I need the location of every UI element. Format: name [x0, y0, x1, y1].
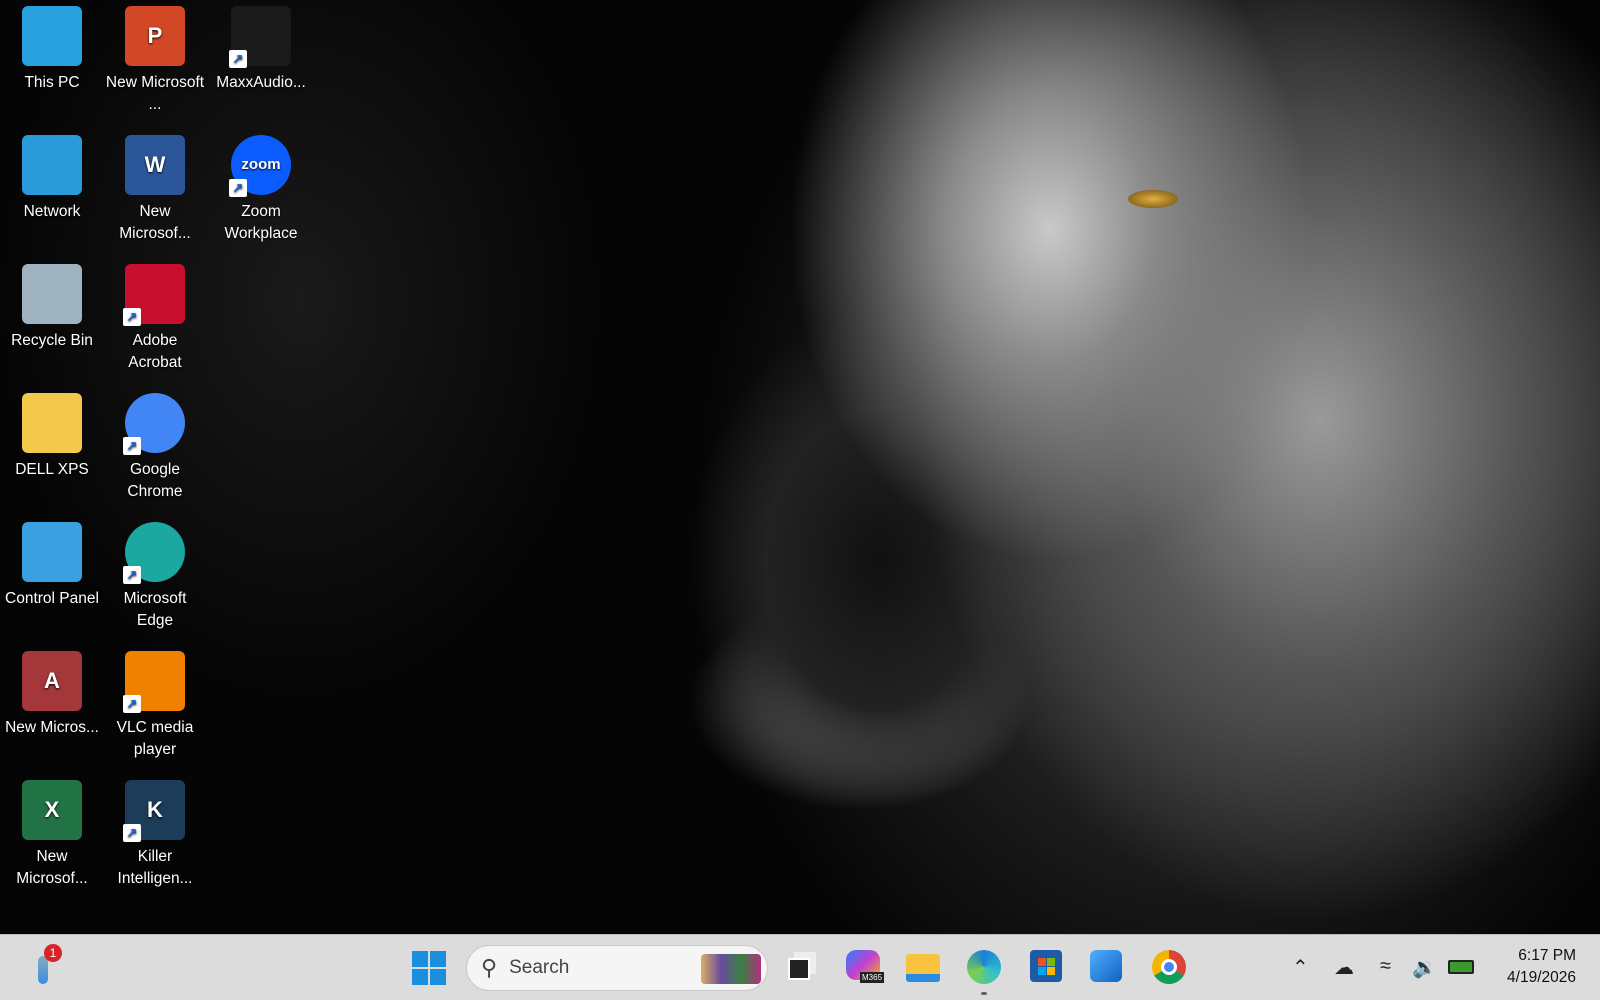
volume-icon[interactable]: 🔉 — [1412, 955, 1437, 980]
windows-logo-icon — [412, 951, 446, 985]
shortcut-arrow-icon: ↗ — [123, 437, 141, 455]
folder-icon — [906, 954, 940, 982]
desktop-icon-label: Control Panel — [5, 590, 99, 607]
icon-glyph: K — [147, 797, 163, 822]
desktop-icon-access[interactable]: A New Micros... — [2, 651, 102, 739]
shortcut-arrow-icon: ↗ — [229, 50, 247, 68]
desktop-icon-label: New Microsof... — [119, 203, 191, 242]
icon-glyph: A — [44, 668, 60, 693]
task-view-button[interactable] — [784, 950, 820, 986]
search-placeholder: Search — [509, 957, 570, 978]
vlc-icon: ↗ — [123, 651, 185, 713]
desktop-icon-folder[interactable]: DELL XPS — [2, 393, 102, 481]
desktop-icon-label: MaxxAudio... — [216, 74, 306, 91]
show-hidden-icons-chevron-icon[interactable]: ⌃ — [1292, 955, 1309, 980]
outlook-button[interactable] — [1090, 950, 1126, 986]
m365-label: M365 — [860, 972, 885, 983]
clock-date: 4/19/2026 — [1507, 969, 1576, 986]
chrome-icon: ↗ — [123, 393, 185, 455]
recycle-bin-icon — [22, 264, 82, 324]
thermometer-icon — [38, 956, 48, 984]
desktop-icon-label: Network — [23, 203, 81, 220]
battery-charging-icon[interactable] — [1448, 960, 1474, 974]
maxxaudio-icon: ↗ — [229, 6, 291, 68]
weather-widget[interactable]: 1 — [26, 944, 66, 986]
icon-glyph: X — [44, 797, 60, 822]
start-button[interactable] — [411, 950, 447, 986]
chrome-taskbar-button[interactable] — [1152, 950, 1188, 986]
desktop-icon-zoom[interactable]: zoom ↗ Zoom Workplace — [211, 135, 311, 245]
excel-icon: X — [22, 780, 82, 840]
desktop-icon-label: DELL XPS — [15, 461, 89, 478]
desktop-icon-label: Adobe Acrobat — [128, 332, 182, 371]
desktop-icon-label: VLC media player — [116, 719, 194, 758]
icon-glyph: W — [144, 152, 166, 177]
desktop-icon-chrome[interactable]: ↗ Google Chrome — [105, 393, 205, 503]
store-icon — [1030, 950, 1062, 982]
lion-eye — [1128, 190, 1178, 208]
microsoft-store-button[interactable] — [1030, 950, 1066, 986]
search-highlight-books-icon — [701, 954, 761, 984]
desktop-icon-maxxaudio[interactable]: ↗ MaxxAudio... — [211, 6, 311, 94]
edge-taskbar-button[interactable] — [967, 950, 1003, 995]
network-icon — [22, 135, 82, 195]
shortcut-arrow-icon: ↗ — [123, 308, 141, 326]
desktop-icon-edge[interactable]: ↗ Microsoft Edge — [105, 522, 205, 632]
word-icon: W — [125, 135, 185, 195]
search-box[interactable]: ⚲ Search — [466, 945, 768, 991]
desktop-icon-killer[interactable]: K ↗ Killer Intelligen... — [105, 780, 205, 890]
desktop-icon-label: Microsoft Edge — [123, 590, 187, 629]
shortcut-arrow-icon: ↗ — [123, 824, 141, 842]
powerpoint-icon: P — [125, 6, 185, 66]
desktop-icon-label: Recycle Bin — [11, 332, 93, 349]
chrome-icon — [1152, 950, 1186, 984]
monitor-icon — [22, 6, 82, 66]
access-icon: A — [22, 651, 82, 711]
edge-icon — [967, 950, 1001, 984]
desktop-icon-label: Killer Intelligen... — [117, 848, 193, 887]
desktop-icon-vlc[interactable]: ↗ VLC media player — [105, 651, 205, 761]
taskbar: 1 ⚲ Search M365 ⌃ ☁ ≈ 🔉 6:17 PM 4/19/202… — [0, 934, 1600, 1000]
m365-copilot-button[interactable]: M365 — [846, 950, 885, 986]
control-panel-icon — [22, 522, 82, 582]
desktop-icon-label: Google Chrome — [127, 461, 183, 500]
onedrive-offline-icon[interactable]: ☁ — [1334, 955, 1354, 980]
outlook-icon — [1090, 950, 1122, 982]
running-indicator — [981, 992, 987, 995]
shortcut-arrow-icon: ↗ — [229, 179, 247, 197]
desktop-icon-monitor[interactable]: This PC — [2, 6, 102, 94]
desktop-icon-control-panel[interactable]: Control Panel — [2, 522, 102, 610]
edge-icon: ↗ — [123, 522, 185, 584]
wifi-icon[interactable]: ≈ — [1380, 955, 1391, 978]
desktop-icon-network[interactable]: Network — [2, 135, 102, 223]
desktop-icon-excel[interactable]: X New Microsof... — [2, 780, 102, 890]
shortcut-arrow-icon: ↗ — [123, 566, 141, 584]
folder-icon — [22, 393, 82, 453]
acrobat-icon: ↗ — [123, 264, 185, 326]
desktop-icon-label: New Microsof... — [16, 848, 88, 887]
notification-badge: 1 — [44, 944, 62, 962]
desktop-icon-acrobat[interactable]: ↗ Adobe Acrobat — [105, 264, 205, 374]
search-icon: ⚲ — [481, 955, 498, 980]
file-explorer-button[interactable] — [906, 950, 942, 986]
desktop-icon-label: Zoom Workplace — [224, 203, 298, 242]
shortcut-arrow-icon: ↗ — [123, 695, 141, 713]
clock-time: 6:17 PM — [1518, 947, 1576, 964]
desktop-icon-label: New Micros... — [5, 719, 99, 736]
icon-glyph: P — [147, 23, 163, 48]
desktop-icon-label: This PC — [24, 74, 80, 91]
desktop-icon-word[interactable]: W New Microsof... — [105, 135, 205, 245]
icon-glyph: zoom — [241, 156, 281, 173]
zoom-icon: zoom ↗ — [229, 135, 291, 197]
task-view-icon — [788, 958, 810, 980]
killer-icon: K ↗ — [123, 780, 185, 842]
desktop-icon-label: New Microsoft ... — [105, 74, 205, 113]
desktop-icon-powerpoint[interactable]: P New Microsoft ... — [105, 6, 205, 116]
clock[interactable]: 6:17 PM 4/19/2026 — [1507, 945, 1576, 989]
desktop-icon-recycle-bin[interactable]: Recycle Bin — [2, 264, 102, 352]
